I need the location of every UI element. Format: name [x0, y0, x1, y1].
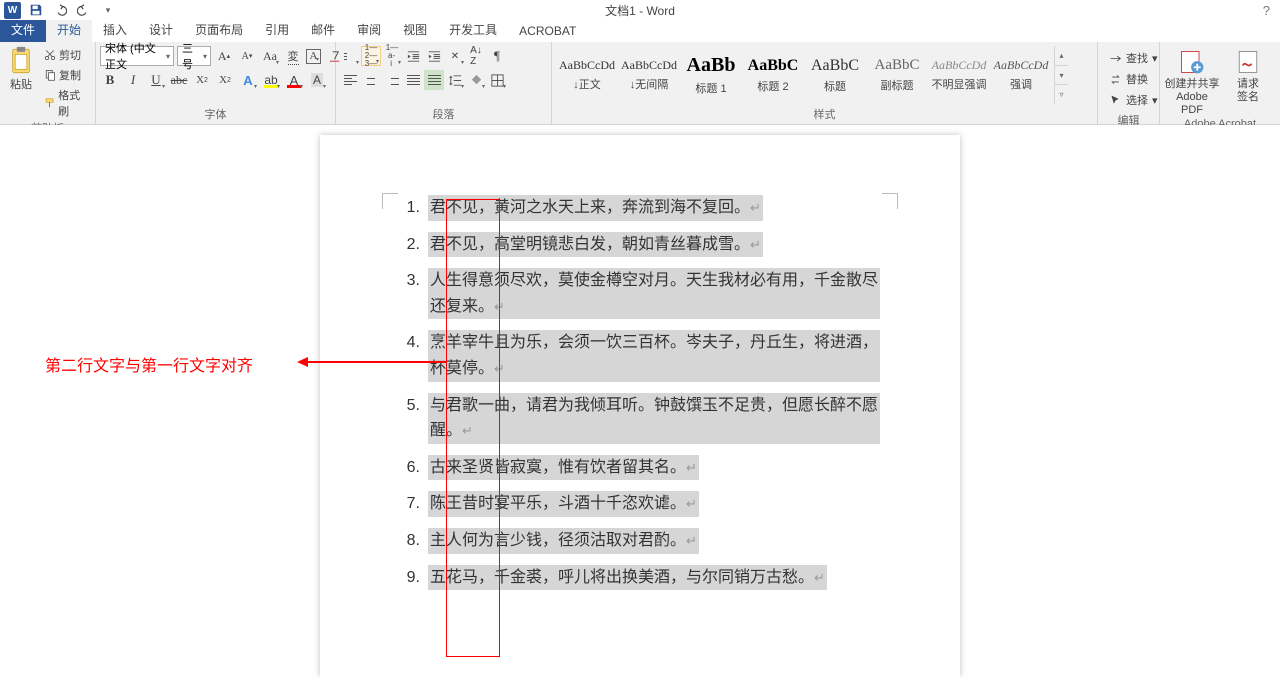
shrink-font-button[interactable]: A▾ [237, 46, 257, 66]
group-adobe: 创建并共享 Adobe PDF 请求 签名 Adobe Acrobat [1160, 42, 1280, 124]
numbering-button[interactable]: 1—2—3— [361, 46, 381, 66]
paragraph-label: 段落 [340, 106, 547, 124]
char-border-button[interactable]: A [306, 49, 321, 64]
group-styles: AaBbCcDd↓正文AaBbCcDd↓无间隔AaBb标题 1AaBbC标题 2… [552, 42, 1098, 124]
tab-references[interactable]: 引用 [254, 18, 300, 42]
group-clipboard: 粘贴 剪切 复制 格式刷 剪贴板 [0, 42, 96, 124]
margin-corner-tl [382, 193, 398, 209]
styles-gallery[interactable]: AaBbCcDd↓正文AaBbCcDd↓无间隔AaBb标题 1AaBbC标题 2… [556, 46, 1068, 104]
replace-button[interactable]: 替换 [1106, 69, 1161, 89]
highlight-button[interactable]: ab [261, 70, 281, 90]
text-effects-button[interactable]: A [238, 70, 258, 90]
title-bar: W ▾ 文档1 - Word ? [0, 0, 1280, 20]
select-button[interactable]: 选择 ▾ [1106, 90, 1161, 110]
bullets-button[interactable] [340, 46, 360, 66]
format-painter-button[interactable]: 格式刷 [42, 86, 91, 120]
tab-insert[interactable]: 插入 [92, 18, 138, 42]
text-direction-button[interactable]: ✕ [445, 46, 465, 66]
font-color-button[interactable]: A [284, 70, 304, 90]
paste-label: 粘贴 [10, 76, 32, 92]
style-item-6[interactable]: AaBbCcDd不明显强调 [928, 46, 990, 104]
multilevel-list-button[interactable]: 1— a- i [382, 46, 402, 66]
tab-layout[interactable]: 页面布局 [184, 18, 254, 42]
grow-font-button[interactable]: A▴ [214, 46, 234, 66]
margin-corner-tr [882, 193, 898, 209]
bold-button[interactable]: B [100, 70, 120, 90]
tab-design[interactable]: 设计 [138, 18, 184, 42]
sort-button[interactable]: A↓Z [466, 46, 486, 66]
styles-label: 样式 [556, 106, 1093, 124]
phonetic-guide-button[interactable]: 変 [283, 46, 303, 66]
tab-review[interactable]: 审阅 [346, 18, 392, 42]
style-item-0[interactable]: AaBbCcDd↓正文 [556, 46, 618, 104]
style-item-1[interactable]: AaBbCcDd↓无间隔 [618, 46, 680, 104]
char-shading-button[interactable]: A [307, 70, 327, 90]
change-case-button[interactable]: Aa [260, 46, 280, 66]
annotation-text: 第二行文字与第一行文字对齐 [45, 352, 253, 376]
shading-button[interactable] [466, 70, 486, 90]
copy-button[interactable]: 复制 [42, 66, 91, 84]
italic-button[interactable]: I [123, 70, 143, 90]
underline-button[interactable]: U [146, 70, 166, 90]
annotation-red-box [446, 199, 500, 657]
tab-acrobat[interactable]: ACROBAT [508, 21, 587, 42]
decrease-indent-button[interactable] [403, 46, 423, 66]
font-size-combo[interactable]: 三号 [177, 46, 211, 66]
style-item-3[interactable]: AaBbC标题 2 [742, 46, 804, 104]
increase-indent-button[interactable] [424, 46, 444, 66]
distributed-button[interactable] [424, 70, 444, 90]
help-icon[interactable]: ? [1263, 3, 1270, 18]
styles-scroll[interactable]: ▴▾▿ [1054, 46, 1068, 104]
page[interactable]: 1.君不见，黄河之水天上来，奔流到海不复回。↵2.君不见，高堂明镜悲白发，朝如青… [320, 135, 960, 677]
qat-redo-icon[interactable] [75, 1, 93, 19]
window-title: 文档1 - Word [605, 2, 675, 19]
paste-button[interactable]: 粘贴 [4, 46, 38, 92]
tab-view[interactable]: 视图 [392, 18, 438, 42]
request-signature-button[interactable]: 请求 签名 [1220, 46, 1276, 104]
style-item-2[interactable]: AaBb标题 1 [680, 46, 742, 104]
group-font: 宋体 (中文正文 三号 A▴ A▾ Aa 変 A B I U abc X2 X2… [96, 42, 336, 124]
annotation-arrow-line [307, 361, 447, 363]
style-item-4[interactable]: AaBbC标题 [804, 46, 866, 104]
ribbon: 粘贴 剪切 复制 格式刷 剪贴板 宋体 (中文正文 三号 A▴ A▾ Aa 変 … [0, 42, 1280, 125]
borders-button[interactable] [487, 70, 507, 90]
qat-customize-icon[interactable]: ▾ [99, 1, 117, 19]
cut-button[interactable]: 剪切 [42, 46, 91, 64]
tab-developer[interactable]: 开发工具 [438, 18, 508, 42]
group-paragraph: 1—2—3— 1— a- i ✕ A↓Z ¶ 段落 [336, 42, 552, 124]
group-editing: 查找 ▾ 替换 选择 ▾ 编辑 [1098, 42, 1160, 124]
qat-save-icon[interactable] [27, 1, 45, 19]
ribbon-tabs: 文件 开始 插入 设计 页面布局 引用 邮件 审阅 视图 开发工具 ACROBA… [0, 20, 1280, 42]
align-center-button[interactable] [361, 70, 381, 90]
document-area[interactable]: 1.君不见，黄河之水天上来，奔流到海不复回。↵2.君不见，高堂明镜悲白发，朝如青… [0, 125, 1280, 677]
align-left-button[interactable] [340, 70, 360, 90]
line-spacing-button[interactable] [445, 70, 465, 90]
style-item-7[interactable]: AaBbCcDd强调 [990, 46, 1052, 104]
strikethrough-button[interactable]: abc [169, 70, 189, 90]
tab-mailings[interactable]: 邮件 [300, 18, 346, 42]
tab-file[interactable]: 文件 [0, 18, 46, 42]
create-share-pdf-button[interactable]: 创建并共享 Adobe PDF [1164, 46, 1220, 118]
style-item-5[interactable]: AaBbC副标题 [866, 46, 928, 104]
qat-undo-icon[interactable] [51, 1, 69, 19]
font-name-combo[interactable]: 宋体 (中文正文 [100, 46, 174, 66]
subscript-button[interactable]: X2 [192, 70, 212, 90]
show-marks-button[interactable]: ¶ [487, 46, 507, 66]
font-label: 字体 [100, 106, 331, 124]
justify-button[interactable] [403, 70, 423, 90]
find-button[interactable]: 查找 ▾ [1106, 48, 1161, 68]
superscript-button[interactable]: X2 [215, 70, 235, 90]
tab-home[interactable]: 开始 [46, 18, 92, 42]
word-app-icon: W [4, 2, 21, 19]
align-right-button[interactable] [382, 70, 402, 90]
